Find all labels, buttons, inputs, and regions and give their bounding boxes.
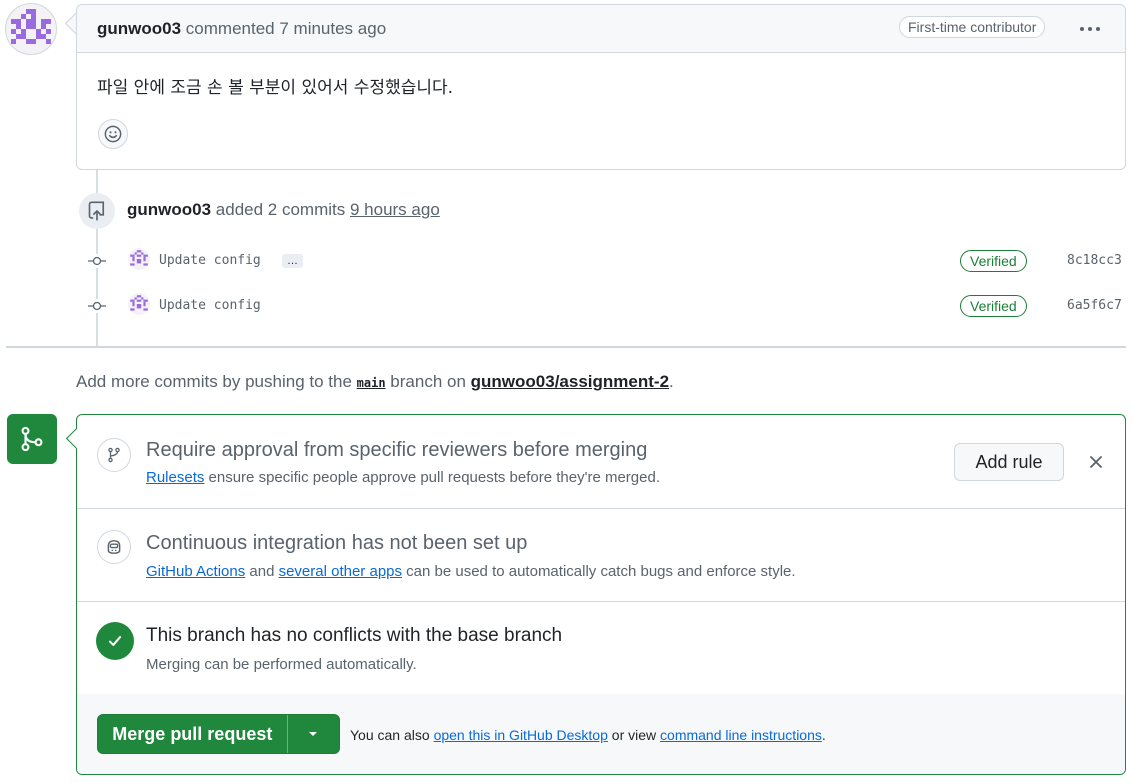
- check-icon: [96, 622, 134, 660]
- timeline-divider: [6, 346, 1126, 348]
- command-line-instructions-link[interactable]: command line instructions: [660, 727, 822, 743]
- push-hint: Add more commits by pushing to the main …: [76, 372, 674, 392]
- merge-button-group: Merge pull request: [97, 714, 340, 754]
- commit-avatar[interactable]: [128, 248, 150, 270]
- footer-prefix: You can also: [350, 727, 430, 743]
- verified-badge[interactable]: Verified: [960, 250, 1027, 272]
- repo-push-icon: [79, 193, 115, 229]
- merge-box: Require approval from specific reviewers…: [76, 414, 1126, 775]
- commit-sha-link[interactable]: 8c18cc3: [1067, 253, 1122, 268]
- triangle-down-icon: [309, 732, 318, 736]
- conflicts-title: This branch has no conflicts with the ba…: [146, 625, 563, 646]
- push-hint-prefix: Add more commits by pushing to the: [76, 372, 352, 391]
- conflicts-text: Merging can be performed automatically.: [146, 656, 417, 673]
- ci-section: Continuous integration has not been set …: [77, 508, 1125, 602]
- kebab-horizontal-icon[interactable]: [1077, 19, 1103, 39]
- commits-event: gunwoo03 added 2 commits 9 hours ago: [127, 200, 440, 220]
- close-icon[interactable]: [1085, 451, 1107, 473]
- github-actions-link[interactable]: GitHub Actions: [146, 563, 245, 580]
- footer-suffix: .: [821, 727, 826, 743]
- add-reaction-button[interactable]: [98, 119, 128, 149]
- merge-footer-text: You can also open this in GitHub Desktop…: [350, 727, 826, 743]
- commits-action: added 2 commits: [215, 200, 346, 219]
- push-hint-middle: branch on: [390, 372, 466, 391]
- branch-name[interactable]: main: [357, 376, 386, 390]
- rules-title: Require approval from specific reviewers…: [146, 439, 648, 461]
- ci-text: GitHub Actions and several other apps ca…: [146, 563, 796, 580]
- first-time-contributor-badge: First-time contributor: [899, 16, 1046, 38]
- commit-message-link[interactable]: Update config: [159, 298, 261, 313]
- conflicts-section: This branch has no conflicts with the ba…: [77, 601, 1125, 695]
- merge-footer: Merge pull request You can also open thi…: [77, 694, 1125, 774]
- ci-title: Continuous integration has not been set …: [146, 532, 528, 554]
- comment-box: gunwoo03 commented 7 minutes ago First-t…: [76, 4, 1126, 170]
- copilot-icon: [97, 530, 131, 564]
- rules-section: Require approval from specific reviewers…: [77, 415, 1125, 509]
- commits-time[interactable]: 9 hours ago: [350, 200, 440, 219]
- other-apps-link[interactable]: several other apps: [279, 563, 402, 580]
- git-commit-icon: [88, 254, 106, 268]
- footer-middle: or view: [611, 727, 657, 743]
- commit-sha-link[interactable]: 6a5f6c7: [1067, 298, 1122, 313]
- comment-header: gunwoo03 commented 7 minutes ago First-t…: [77, 5, 1125, 53]
- rules-text: Rulesets ensure specific people approve …: [146, 469, 660, 486]
- repo-link[interactable]: gunwoo03/assignment-2: [471, 372, 669, 391]
- push-hint-suffix: .: [669, 372, 674, 391]
- git-branch-icon: [97, 438, 131, 472]
- commit-avatar[interactable]: [128, 293, 150, 315]
- git-merge-icon: [7, 414, 57, 464]
- add-rule-button[interactable]: Add rule: [954, 443, 1064, 481]
- commit-message-link[interactable]: Update config: [159, 253, 261, 268]
- rulesets-link[interactable]: Rulesets: [146, 469, 204, 486]
- git-commit-icon: [88, 299, 106, 313]
- ci-and: and: [249, 563, 275, 580]
- comment-author[interactable]: gunwoo03: [97, 19, 181, 38]
- merge-pull-request-button[interactable]: Merge pull request: [98, 715, 287, 753]
- merge-method-dropdown[interactable]: [286, 715, 339, 753]
- comment-time[interactable]: 7 minutes ago: [279, 19, 386, 38]
- open-github-desktop-link[interactable]: open this in GitHub Desktop: [434, 727, 608, 743]
- commit-expand-button[interactable]: …: [282, 254, 303, 268]
- commits-author[interactable]: gunwoo03: [127, 200, 211, 219]
- rules-description: ensure specific people approve pull requ…: [208, 469, 660, 486]
- comment-body: 파일 안에 조금 손 볼 부분이 있어서 수정했습니다.: [97, 78, 454, 98]
- smiley-icon: [104, 125, 122, 143]
- comment-action: commented: [185, 19, 275, 38]
- ci-description: can be used to automatically catch bugs …: [406, 563, 796, 580]
- avatar[interactable]: [5, 3, 57, 55]
- verified-badge[interactable]: Verified: [960, 295, 1027, 317]
